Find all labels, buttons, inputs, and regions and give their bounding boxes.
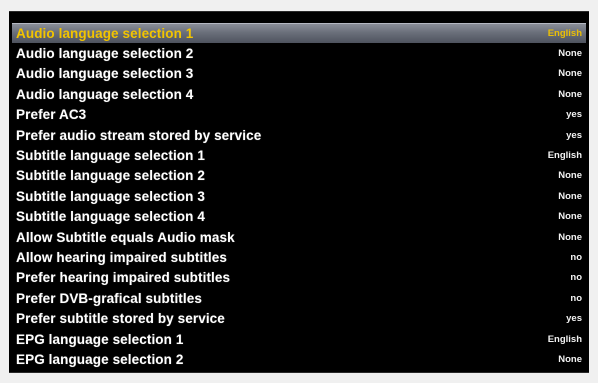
setting-label: EPG language selection 2: [16, 351, 184, 367]
setting-value: None: [558, 88, 582, 100]
setting-value: None: [558, 231, 582, 243]
setting-value: None: [558, 68, 582, 80]
setting-row-prefer-audio-stream[interactable]: Prefer audio stream stored by service ye…: [12, 125, 586, 145]
setting-value: yes: [566, 313, 582, 325]
setting-value: English: [547, 333, 582, 345]
setting-row-audio-language-1[interactable]: Audio language selection 1 English: [12, 23, 586, 44]
setting-label: Allow hearing impaired subtitles: [16, 249, 227, 265]
setting-row-subtitle-language-1[interactable]: Subtitle language selection 1 English: [12, 145, 586, 165]
setting-row-epg-language-2[interactable]: EPG language selection 2 None: [12, 349, 586, 369]
setting-value: no: [570, 251, 582, 263]
setting-row-audio-language-4[interactable]: Audio language selection 4 None: [12, 84, 586, 104]
setting-row-epg-language-1[interactable]: EPG language selection 1 English: [12, 329, 586, 349]
setting-row-prefer-ac3[interactable]: Prefer AC3 yes: [12, 105, 586, 125]
settings-screen: Audio language selection 1 English Audio…: [9, 11, 589, 373]
setting-label: Prefer subtitle stored by service: [16, 311, 225, 327]
setting-value: no: [570, 292, 582, 304]
setting-value: English: [547, 150, 582, 162]
setting-row-prefer-dvb-grafical[interactable]: Prefer DVB-grafical subtitles no: [12, 288, 586, 308]
setting-label: EPG language selection 1: [16, 331, 184, 347]
setting-label: Allow Subtitle equals Audio mask: [16, 229, 235, 245]
setting-row-subtitle-language-3[interactable]: Subtitle language selection 3 None: [12, 186, 586, 206]
setting-value: yes: [566, 129, 582, 141]
setting-row-subtitle-equals-audio[interactable]: Allow Subtitle equals Audio mask None: [12, 227, 586, 247]
setting-label: Audio language selection 4: [16, 86, 194, 102]
setting-label: Subtitle language selection 1: [16, 148, 205, 164]
setting-value: no: [570, 272, 582, 284]
setting-row-subtitle-language-4[interactable]: Subtitle language selection 4 None: [12, 207, 586, 227]
setting-row-subtitle-language-2[interactable]: Subtitle language selection 2 None: [12, 166, 586, 186]
setting-row-prefer-subtitle-stored[interactable]: Prefer subtitle stored by service yes: [12, 308, 586, 328]
setting-row-audio-language-3[interactable]: Audio language selection 3 None: [12, 64, 586, 84]
setting-label: Audio language selection 3: [16, 66, 194, 82]
setting-label: Subtitle language selection 3: [16, 188, 205, 204]
setting-value: yes: [566, 109, 582, 121]
setting-value: None: [558, 190, 582, 202]
setting-label: Prefer hearing impaired subtitles: [16, 270, 231, 286]
setting-row-allow-hearing-impaired[interactable]: Allow hearing impaired subtitles no: [12, 247, 586, 267]
setting-label: Prefer audio stream stored by service: [16, 127, 262, 143]
setting-value: None: [558, 211, 582, 223]
setting-value: None: [558, 353, 582, 365]
setting-value: None: [558, 170, 582, 182]
setting-row-prefer-hearing-impaired[interactable]: Prefer hearing impaired subtitles no: [12, 268, 586, 288]
setting-label: Subtitle language selection 4: [16, 209, 205, 225]
setting-label: Prefer AC3: [16, 107, 87, 123]
setting-label: Subtitle language selection 2: [16, 168, 205, 184]
setting-value: English: [547, 28, 582, 40]
setting-row-audio-language-2[interactable]: Audio language selection 2 None: [12, 43, 586, 63]
setting-label: Audio language selection 2: [16, 46, 194, 62]
settings-list: Audio language selection 1 English Audio…: [12, 23, 586, 370]
setting-label: Audio language selection 1: [16, 26, 194, 42]
setting-value: None: [558, 48, 582, 60]
setting-label: Prefer DVB-grafical subtitles: [16, 290, 202, 306]
